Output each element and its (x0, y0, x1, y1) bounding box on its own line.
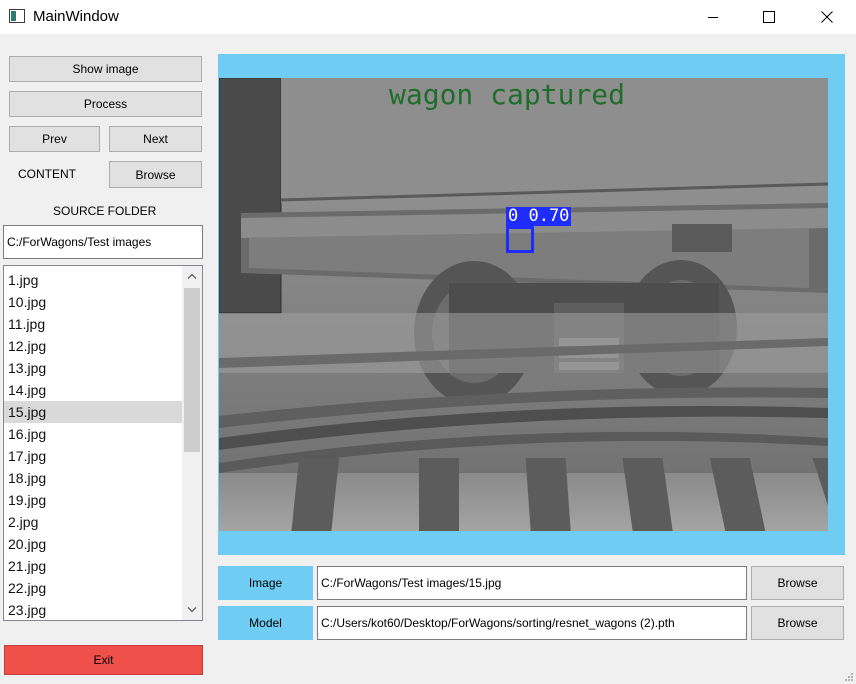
file-list-scrollbar[interactable] (182, 266, 202, 620)
list-item[interactable]: 13.jpg (4, 357, 182, 379)
detection-label: 0 0.70 (506, 206, 572, 226)
file-list[interactable]: 1.jpg 10.jpg 11.jpg 12.jpg 13.jpg 14.jpg 15.jp… (3, 265, 203, 621)
minimize-icon (708, 16, 718, 18)
file-list-items: 1.jpg 10.jpg 11.jpg 12.jpg 13.jpg 14.jpg 15.jp… (4, 269, 182, 620)
close-button[interactable] (804, 0, 850, 33)
list-item[interactable]: 2.jpg (4, 511, 182, 533)
maximize-button[interactable] (746, 0, 792, 33)
image-browse-button[interactable]: Browse (751, 566, 844, 600)
model-browse-button[interactable]: Browse (751, 606, 844, 640)
content-label: CONTENT (18, 167, 76, 181)
chevron-up-icon (187, 273, 197, 279)
scroll-thumb[interactable] (184, 288, 200, 452)
scroll-up-button[interactable] (182, 267, 202, 285)
list-item[interactable]: 12.jpg (4, 335, 182, 357)
list-item[interactable]: 19.jpg (4, 489, 182, 511)
title-bar: MainWindow (0, 0, 856, 34)
image-path-label: Image (218, 566, 313, 600)
list-item[interactable]: 16.jpg (4, 423, 182, 445)
source-folder-field[interactable]: C:/ForWagons/Test images (3, 225, 203, 259)
list-item[interactable]: 21.jpg (4, 555, 182, 577)
prev-button[interactable]: Prev (9, 126, 100, 152)
close-icon (821, 10, 833, 23)
list-item[interactable]: 20.jpg (4, 533, 182, 555)
detection-box (506, 226, 534, 253)
list-item[interactable]: 15.jpg (4, 401, 182, 423)
overlay-status-text: wagon captured (389, 78, 626, 111)
show-image-button[interactable]: Show image (9, 56, 202, 82)
chevron-down-icon (187, 607, 197, 613)
scroll-down-button[interactable] (182, 601, 202, 619)
model-path-label: Model (218, 606, 313, 640)
list-item[interactable]: 11.jpg (4, 313, 182, 335)
app-icon (9, 9, 25, 23)
image-path-field[interactable]: C:/ForWagons/Test images/15.jpg (317, 566, 747, 600)
wagon-photo-image (219, 78, 828, 531)
process-button[interactable]: Process (9, 91, 202, 117)
source-folder-label: SOURCE FOLDER (53, 204, 157, 218)
window-title: MainWindow (33, 8, 119, 25)
list-item[interactable]: 22.jpg (4, 577, 182, 599)
list-item[interactable]: 14.jpg (4, 379, 182, 401)
resize-grip-icon[interactable] (844, 672, 854, 682)
image-viewer-frame: wagon captured 0 0.70 (218, 54, 845, 555)
next-button[interactable]: Next (109, 126, 202, 152)
list-item[interactable]: 18.jpg (4, 467, 182, 489)
list-item[interactable]: 10.jpg (4, 291, 182, 313)
maximize-icon (763, 10, 775, 23)
minimize-button[interactable] (690, 0, 736, 33)
wagon-photo: wagon captured 0 0.70 (219, 78, 828, 531)
model-path-field[interactable]: C:/Users/kot60/Desktop/ForWagons/sorting… (317, 606, 747, 640)
content-browse-button[interactable]: Browse (109, 161, 202, 188)
list-item[interactable]: 1.jpg (4, 269, 182, 291)
exit-button[interactable]: Exit (4, 645, 203, 675)
list-item[interactable]: 17.jpg (4, 445, 182, 467)
list-item[interactable]: 23.jpg (4, 599, 182, 620)
